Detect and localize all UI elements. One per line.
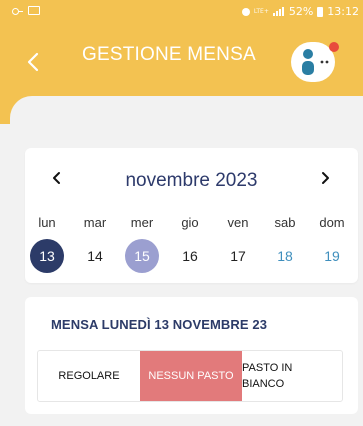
meal-day-title: MENSA LUNEDÌ 13 NOVEMBRE 23 — [51, 317, 268, 332]
meal-card: MENSA LUNEDÌ 13 NOVEMBRE 23 REGOLARE NES… — [25, 297, 358, 414]
status-right: LTE+ 52% 13:12 — [241, 5, 359, 18]
chevron-left-icon — [27, 52, 39, 72]
status-left — [12, 6, 40, 15]
battery-percent: 52% — [288, 5, 314, 18]
day-cell-highlighted[interactable]: 15 — [125, 239, 159, 273]
calendar-card: novembre 2023 lun mar mer gio ven sab do… — [25, 148, 358, 283]
back-button[interactable] — [22, 50, 46, 74]
day-cell[interactable]: 17 — [221, 239, 255, 273]
weekday-label: gio — [181, 215, 199, 230]
weekday-label: mer — [130, 215, 154, 230]
regular-meal-option[interactable]: REGOLARE — [38, 351, 140, 401]
plain-meal-label-line1: PASTO IN — [242, 362, 293, 374]
plain-meal-option[interactable]: PASTO IN BIANCO — [242, 351, 342, 401]
next-month-button[interactable] — [315, 168, 335, 188]
notification-badge — [329, 42, 339, 52]
network-label: LTE+ — [253, 8, 269, 15]
more-dots-icon — [320, 60, 329, 64]
alarm-icon — [241, 7, 250, 16]
weekday-label: lun — [38, 215, 56, 230]
day-cell-weekend[interactable]: 18 — [268, 239, 302, 273]
status-bar: LTE+ 52% 13:12 — [0, 0, 363, 26]
signal-icon — [272, 7, 285, 16]
weekday-label: sab — [274, 215, 296, 230]
day-cell-selected[interactable]: 13 — [30, 239, 64, 273]
no-meal-option[interactable]: NESSUN PASTO — [140, 351, 242, 401]
plain-meal-label-line2: BIANCO — [242, 378, 285, 390]
chevron-right-icon — [322, 172, 329, 184]
weekday-row: lun mar mer gio ven sab dom — [25, 215, 358, 233]
day-cell-weekend[interactable]: 19 — [315, 239, 349, 273]
weekday-label: mar — [83, 215, 107, 230]
weekday-label: dom — [319, 215, 345, 230]
day-cell[interactable]: 14 — [78, 239, 112, 273]
meal-option-selector: REGOLARE NESSUN PASTO PASTO IN BIANCO — [37, 350, 343, 402]
sim-card-icon — [28, 6, 40, 15]
day-row: 13 14 15 16 17 18 19 — [25, 239, 358, 273]
page-title: GESTIONE MENSA — [82, 44, 256, 65]
battery-icon — [317, 6, 324, 17]
clock-time: 13:12 — [327, 5, 359, 18]
key-icon — [12, 7, 23, 15]
user-avatar-icon — [302, 49, 314, 75]
avatar-button[interactable] — [291, 42, 339, 82]
month-label: novembre 2023 — [125, 170, 258, 191]
weekday-label: ven — [227, 215, 249, 230]
day-cell[interactable]: 16 — [173, 239, 207, 273]
